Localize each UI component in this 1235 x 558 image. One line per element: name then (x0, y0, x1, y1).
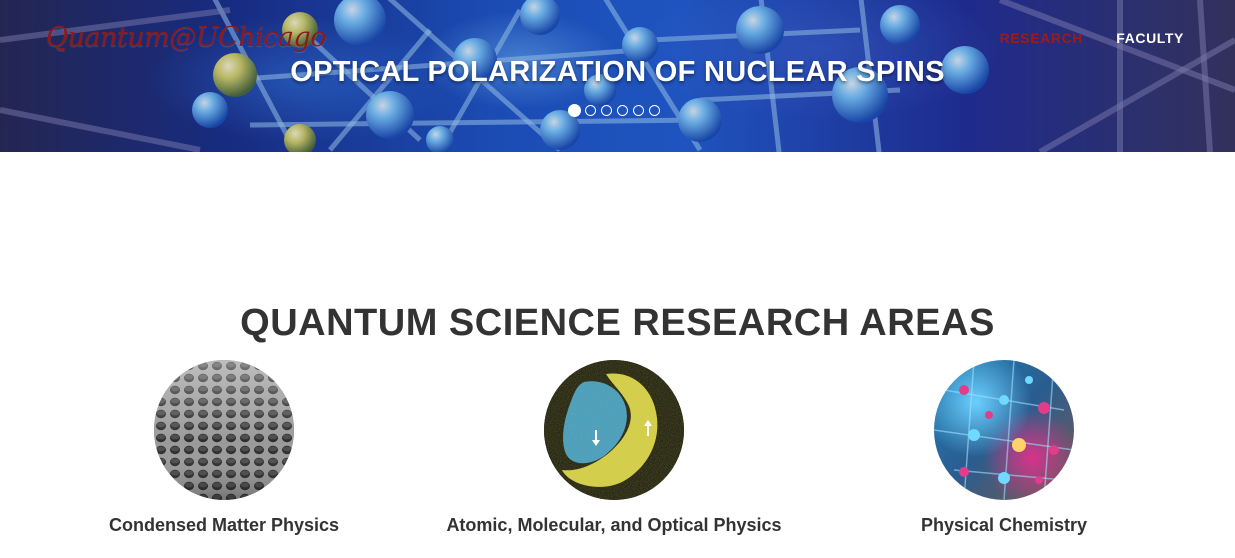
spin-domains-image[interactable] (544, 360, 684, 500)
carousel-dot-6[interactable] (649, 105, 660, 116)
carousel-dot-2[interactable] (585, 105, 596, 116)
carousel-dot-4[interactable] (617, 105, 628, 116)
research-area-condensed-matter[interactable]: Condensed Matter Physics (44, 360, 404, 536)
carousel-dot-5[interactable] (633, 105, 644, 116)
research-area-label[interactable]: Condensed Matter Physics (44, 515, 404, 536)
research-area-amo-physics[interactable]: Atomic, Molecular, and Optical Physics (434, 360, 794, 536)
research-area-physical-chemistry[interactable]: Physical Chemistry (824, 360, 1184, 536)
molecular-structure-image[interactable] (934, 360, 1074, 500)
research-area-label[interactable]: Atomic, Molecular, and Optical Physics (434, 515, 794, 536)
hero-carousel[interactable]: Quantum@UChicago RESEARCH FACULTY OPTICA… (0, 0, 1235, 152)
carousel-dot-3[interactable] (601, 105, 612, 116)
carousel-dot-1[interactable] (568, 104, 581, 117)
nav-research-link[interactable]: RESEARCH (1000, 30, 1083, 46)
slide-title[interactable]: OPTICAL POLARIZATION OF NUCLEAR SPINS (0, 56, 1235, 89)
research-areas-heading: QUANTUM SCIENCE RESEARCH AREAS (240, 302, 995, 344)
site-logo[interactable]: Quantum@UChicago (46, 22, 327, 53)
graphene-lattice-image[interactable] (154, 360, 294, 500)
nav-faculty-link[interactable]: FACULTY (1116, 30, 1184, 46)
research-area-label[interactable]: Physical Chemistry (824, 515, 1184, 536)
